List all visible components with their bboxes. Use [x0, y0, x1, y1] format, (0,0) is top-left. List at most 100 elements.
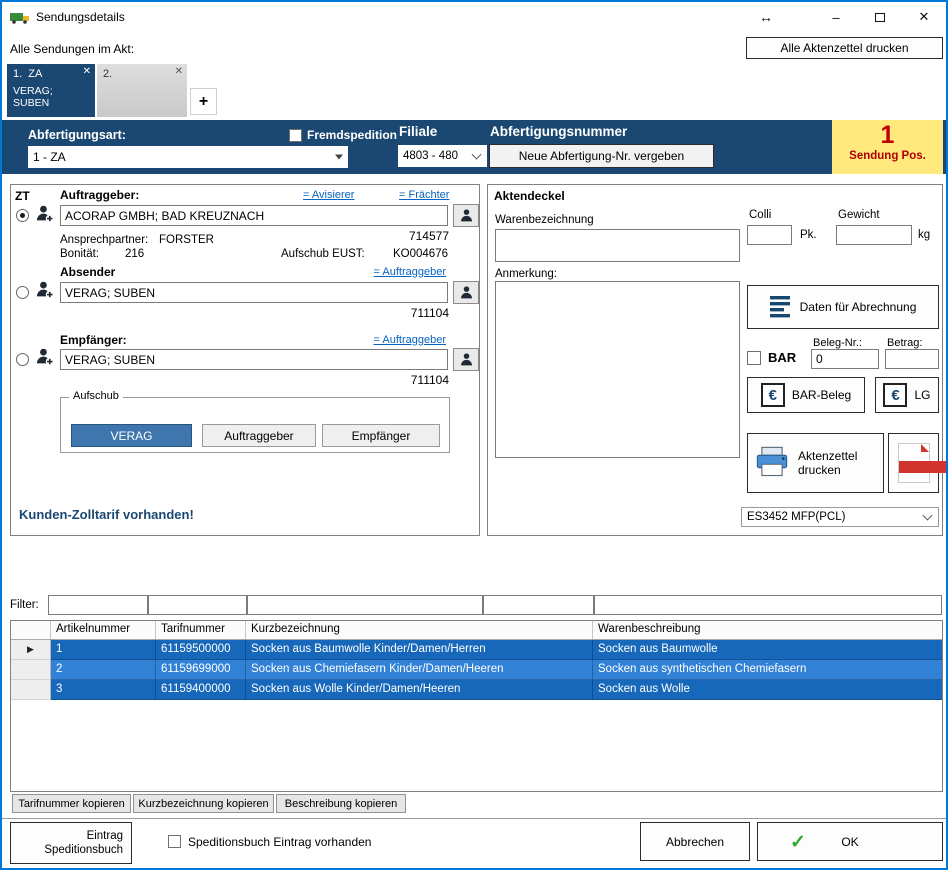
filter-input-warenbeschreibung[interactable] [594, 595, 942, 615]
tab-sendung-1[interactable]: 1. ZA ✕ VERAG; SUBEN [7, 64, 95, 117]
cell-warenbeschreibung[interactable]: Socken aus Wolle [593, 680, 942, 700]
app-icon [10, 10, 30, 24]
aufschub-verag-button[interactable]: VERAG [71, 424, 192, 447]
auftraggeber-radio[interactable] [16, 209, 29, 222]
col-tarifnummer[interactable]: Tarifnummer [156, 621, 246, 639]
abfertigungsart-select[interactable]: 1 - ZA [28, 146, 348, 168]
anmerkung-textarea[interactable] [495, 281, 740, 458]
add-contact-icon[interactable] [35, 204, 54, 228]
fremdspedition-checkbox[interactable] [289, 129, 302, 142]
gewicht-input[interactable] [836, 225, 912, 245]
betrag-input[interactable] [885, 349, 939, 369]
cell-artikelnummer[interactable]: 3 [51, 680, 156, 700]
zolltarif-note: Kunden-Zolltarif vorhanden! [19, 507, 194, 522]
empfaenger-input[interactable] [60, 349, 448, 370]
colli-input[interactable] [747, 225, 792, 245]
add-contact-icon[interactable] [35, 280, 54, 304]
bar-checkbox[interactable] [747, 351, 761, 365]
row-pointer-icon[interactable]: ▶ [11, 640, 51, 660]
minimize-icon[interactable]: – [814, 2, 858, 32]
alle-aktenzettel-drucken-button[interactable]: Alle Aktenzettel drucken [746, 37, 943, 59]
lg-button[interactable]: € LG [875, 377, 939, 413]
empfaenger-radio[interactable] [16, 353, 29, 366]
ok-button[interactable]: ✓ OK [757, 822, 943, 861]
cell-kurzbezeichnung[interactable]: Socken aus Chemiefasern Kinder/Damen/Hee… [246, 660, 593, 680]
cell-warenbeschreibung[interactable]: Socken aus synthetischen Chemiefasern [593, 660, 942, 680]
close-icon[interactable]: ✕ [902, 2, 946, 32]
beleg-nr-label: Beleg-Nr.: [813, 337, 862, 349]
cell-tarifnummer[interactable]: 61159699000 [156, 660, 246, 680]
absender-contact-button[interactable] [453, 281, 479, 304]
chevron-down-icon [472, 150, 482, 160]
aktenzettel-drucken-button[interactable]: Aktenzettel drucken [747, 433, 884, 493]
absender-radio[interactable] [16, 286, 29, 299]
pdf-button[interactable]: PDF [888, 433, 939, 493]
sendung-pos-label: Sendung Pos. [832, 150, 943, 162]
window-title: Sendungsdetails [36, 10, 125, 24]
aufschub-auftraggeber-button[interactable]: Auftraggeber [202, 424, 316, 447]
parties-panel: ZT Auftraggeber: = Avisierer = Frächter … [10, 184, 480, 536]
filiale-select[interactable]: 4803 - 480 [398, 145, 487, 167]
col-artikelnummer[interactable]: Artikelnummer [51, 621, 156, 639]
filter-input-artikelnummer[interactable] [48, 595, 148, 615]
cell-artikelnummer[interactable]: 1 [51, 640, 156, 660]
pdf-icon: PDF [898, 443, 930, 483]
filter-input-tarifnummer[interactable] [148, 595, 247, 615]
kurzbezeichnung-kopieren-button[interactable]: Kurzbezeichnung kopieren [133, 794, 274, 813]
pk-label: Pk. [800, 229, 817, 241]
auftraggeber-input[interactable] [60, 205, 448, 226]
cell-tarifnummer[interactable]: 61159500000 [156, 640, 246, 660]
abbrechen-button[interactable]: Abbrechen [640, 822, 750, 861]
absender-number: 711104 [411, 306, 449, 320]
dock-arrow-icon[interactable]: ↔ [744, 2, 788, 32]
warenbezeichnung-input[interactable] [495, 229, 740, 262]
cell-artikelnummer[interactable]: 2 [51, 660, 156, 680]
aufschub-empfaenger-button[interactable]: Empfänger [322, 424, 440, 447]
tab-1-close-icon[interactable]: ✕ [83, 66, 91, 77]
col-warenbeschreibung[interactable]: Warenbeschreibung [593, 621, 942, 639]
beschreibung-kopieren-button[interactable]: Beschreibung kopieren [276, 794, 406, 813]
neue-abfertigungsnummer-button[interactable]: Neue Abfertigung-Nr. vergeben [489, 144, 714, 168]
printer-icon [754, 445, 790, 482]
filter-input-kurzbezeichnung-1[interactable] [247, 595, 483, 615]
tarifnummer-kopieren-button[interactable]: Tarifnummer kopieren [12, 794, 131, 813]
absender-input[interactable] [60, 282, 448, 303]
filiale-label: Filiale [399, 124, 437, 139]
zt-label: ZT [15, 189, 30, 203]
absender-auftraggeber-link[interactable]: = Auftraggeber [374, 266, 446, 278]
auftraggeber-contact-button[interactable] [453, 204, 479, 227]
aufschub-group-label: Aufschub [69, 390, 123, 402]
bar-beleg-button[interactable]: € BAR-Beleg [747, 377, 865, 413]
cell-warenbeschreibung[interactable]: Socken aus Baumwolle [593, 640, 942, 660]
cell-kurzbezeichnung[interactable]: Socken aus Wolle Kinder/Damen/Heeren [246, 680, 593, 700]
table-row[interactable]: 3 61159400000 Socken aus Wolle Kinder/Da… [11, 680, 942, 700]
cell-kurzbezeichnung[interactable]: Socken aus Baumwolle Kinder/Damen/Herren [246, 640, 593, 660]
add-contact-icon[interactable] [35, 347, 54, 371]
footer-divider [2, 818, 946, 819]
table-header-row: Artikelnummer Tarifnummer Kurzbezeichnun… [11, 621, 942, 640]
kg-label: kg [918, 229, 930, 241]
avisierer-link[interactable]: = Avisierer [303, 189, 354, 201]
table-row[interactable]: ▶ 1 61159500000 Socken aus Baumwolle Kin… [11, 640, 942, 660]
cell-tarifnummer[interactable]: 61159400000 [156, 680, 246, 700]
ansprechpartner-value: FORSTER [159, 234, 214, 246]
tab-sendung-2[interactable]: 2. ✕ [97, 64, 187, 117]
filter-input-kurzbezeichnung-2[interactable] [483, 595, 594, 615]
empfaenger-contact-button[interactable] [453, 348, 479, 371]
speditionsbuch-checkbox[interactable] [168, 835, 181, 848]
col-kurzbezeichnung[interactable]: Kurzbezeichnung [246, 621, 593, 639]
beleg-nr-input[interactable] [811, 349, 879, 369]
fraechter-link[interactable]: = Frächter [399, 189, 449, 201]
table-row[interactable]: 2 61159699000 Socken aus Chemiefasern Ki… [11, 660, 942, 680]
row-selector-header[interactable] [11, 621, 51, 639]
add-tab-button[interactable]: + [190, 88, 217, 115]
eintrag-speditionsbuch-button[interactable]: Eintrag Speditionsbuch [10, 822, 132, 864]
empfaenger-auftraggeber-link[interactable]: = Auftraggeber [374, 334, 446, 346]
bonitaet-label: Bonität: [60, 248, 99, 260]
sendungen-im-akt-label: Alle Sendungen im Akt: [10, 42, 134, 56]
tab-2-close-icon[interactable]: ✕ [175, 66, 183, 77]
daten-fuer-abrechnung-button[interactable]: Daten für Abrechnung [747, 285, 939, 329]
auftraggeber-label: Auftraggeber: [60, 188, 139, 202]
printer-select[interactable]: ES3452 MFP(PCL) [741, 507, 939, 527]
maximize-icon[interactable] [858, 2, 902, 32]
